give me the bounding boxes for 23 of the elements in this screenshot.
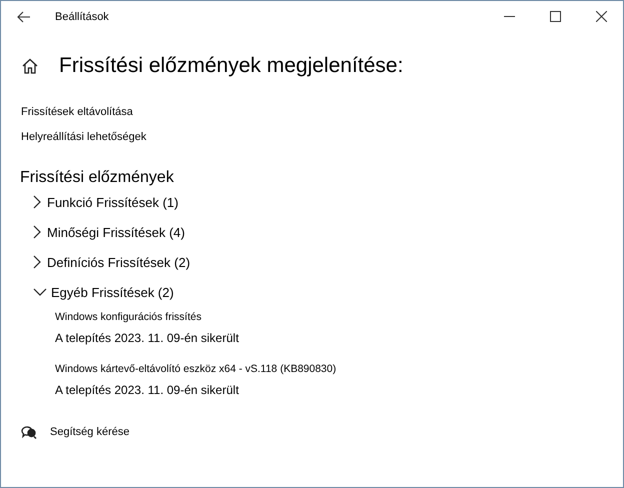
update-category[interactable]: Egyéb Frissítések (2) (33, 277, 623, 307)
help-link[interactable]: Segítség kérése (50, 426, 130, 438)
chevron-right-icon (33, 225, 41, 239)
close-icon[interactable] (596, 11, 607, 22)
section-heading: Frissítési előzmények (19, 168, 175, 187)
update-status: A telepítés 2023. 11. 09-én sikerült (55, 382, 240, 397)
chevron-right-icon (33, 255, 41, 269)
help-chat-icon (21, 425, 37, 439)
update-name-link[interactable]: Windows konfigurációs frissítés (55, 307, 623, 323)
window-title: Beállítások (55, 10, 109, 22)
chevron-down-icon (33, 288, 47, 296)
back-icon[interactable] (17, 10, 31, 22)
settings-link[interactable]: Frissítések eltávolítása (21, 106, 623, 118)
page-title: Frissítési előzmények megjelenítése: (59, 54, 404, 78)
chevron-right-icon (33, 195, 41, 209)
update-name-link[interactable]: Windows kártevő-eltávolító eszköz x64 - vS.118 (KB890830) (55, 359, 623, 375)
update-category[interactable]: Minőségi Frissítések (4) (33, 217, 623, 247)
update-category[interactable]: Funkció Frissítések (1) (33, 187, 623, 217)
update-status: A telepítés 2023. 11. 09-én sikerült (55, 330, 240, 345)
settings-link[interactable]: Helyreállítási lehetőségek (21, 131, 623, 143)
maximize-icon[interactable] (550, 11, 561, 22)
home-icon[interactable] (22, 58, 38, 74)
update-category[interactable]: Definíciós Frissítések (2) (33, 247, 623, 277)
